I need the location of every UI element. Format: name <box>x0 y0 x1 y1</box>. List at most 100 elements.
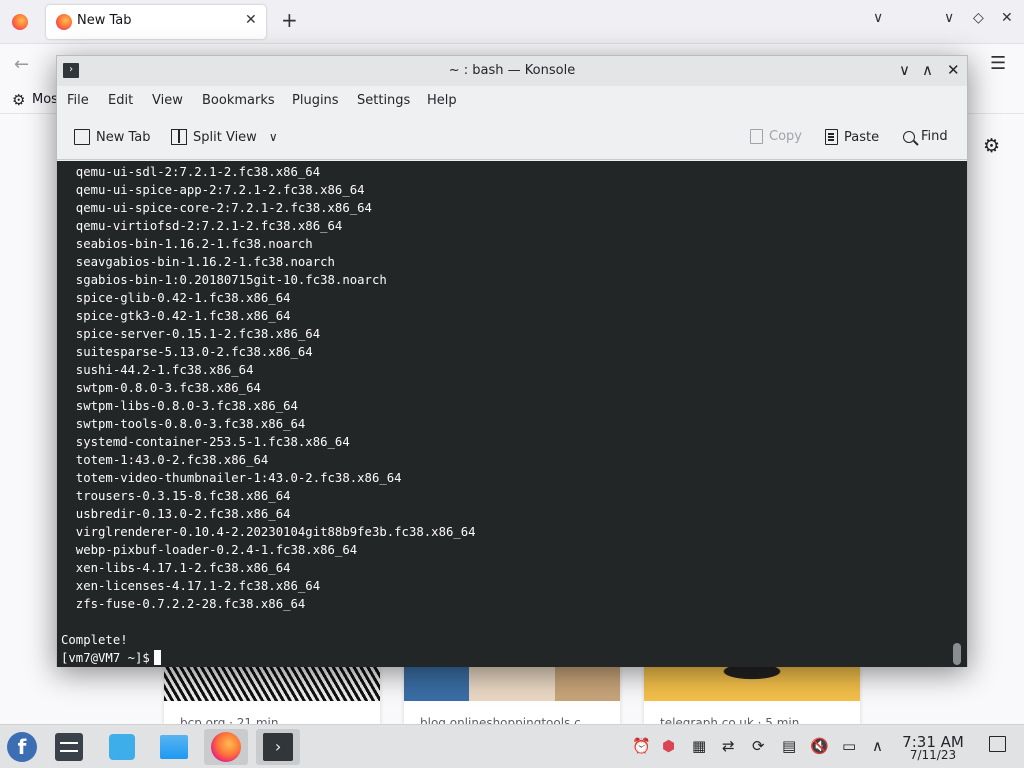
search-icon <box>903 130 915 143</box>
copy-label: Copy <box>769 129 802 144</box>
close-button[interactable]: ✕ <box>947 61 960 79</box>
bookmark-item[interactable]: Mos <box>32 92 58 107</box>
terminal-line: sgabios-bin-1:0.20180715git-10.fc38.noar… <box>61 273 387 287</box>
terminal-line: totem-video-thumbnailer-1:43.0-2.fc38.x8… <box>61 471 402 485</box>
newtab-settings-gear-icon[interactable]: ⚙ <box>983 135 1000 157</box>
keyboard-icon[interactable]: ▦ <box>692 737 706 755</box>
terminal-line: xen-licenses-4.17.1-2.fc38.x86_64 <box>61 579 321 593</box>
terminal-line: qemu-virtiofsd-2:7.2.1-2.fc38.x86_64 <box>61 219 343 233</box>
split-view-label: Split View <box>193 129 257 145</box>
hamburger-menu-icon[interactable]: ☰ <box>990 53 1006 74</box>
split-view-button[interactable]: Split View ∨ <box>171 129 278 145</box>
menu-plugins[interactable]: Plugins <box>292 93 339 108</box>
find-button[interactable]: Find <box>903 129 948 144</box>
menu-help[interactable]: Help <box>427 93 457 108</box>
scrollbar[interactable] <box>953 161 963 667</box>
new-tab-label: New Tab <box>96 129 151 145</box>
chevron-down-icon[interactable]: ∨ <box>269 130 278 144</box>
terminal-line: seabios-bin-1.16.2-1.fc38.noarch <box>61 237 313 251</box>
fedora-icon: f <box>7 732 37 762</box>
window-titlebar[interactable]: › ~ : bash — Konsole ∨ ∧ ✕ <box>57 56 967 86</box>
terminal-line: qemu-ui-spice-app-2:7.2.1-2.fc38.x86_64 <box>61 183 365 197</box>
card-thumbnail <box>644 664 860 701</box>
menu-settings[interactable]: Settings <box>357 93 410 108</box>
browser-tab-new-tab[interactable]: New Tab ✕ <box>46 5 266 39</box>
package-icon[interactable]: ⬢ <box>662 737 675 755</box>
terminal-line: virglrenderer-0.10.4-2.20230104git88b9fe… <box>61 525 476 539</box>
chevron-up-icon[interactable]: ∧ <box>872 737 883 755</box>
minimize-button[interactable]: ∨ <box>899 61 910 79</box>
maximize-button[interactable]: ∧ <box>922 61 933 79</box>
firefox-icon <box>56 14 72 30</box>
terminal-line: usbredir-0.13.0-2.fc38.x86_64 <box>61 507 291 521</box>
network-share-icon[interactable]: ⇄ <box>722 737 735 755</box>
firefox-view-icon[interactable] <box>12 14 28 30</box>
close-icon[interactable]: ✕ <box>1001 10 1013 26</box>
system-settings-icon <box>55 733 83 761</box>
scrollbar-thumb[interactable] <box>953 643 961 665</box>
tab-title: New Tab <box>77 13 132 28</box>
konsole-icon: › <box>263 733 293 761</box>
terminal-line: Complete! <box>61 633 128 647</box>
list-all-tabs-icon[interactable]: ∨ <box>873 10 883 26</box>
taskbar: f › ⏰ ⬢ ▦ ⇄ ⟳ ▤ 🔇 ▭ ∧ <box>0 724 1024 768</box>
copy-icon <box>750 129 763 144</box>
main-toolbar: New Tab Split View ∨ Copy Paste Find <box>57 116 967 160</box>
terminal-line: trousers-0.3.15-8.fc38.x86_64 <box>61 489 291 503</box>
paste-label: Paste <box>844 129 880 145</box>
volume-muted-icon[interactable]: 🔇 <box>810 737 829 755</box>
menu-edit[interactable]: Edit <box>108 93 133 108</box>
menu-view[interactable]: View <box>152 93 183 108</box>
split-view-icon <box>171 129 187 145</box>
find-label: Find <box>921 129 948 144</box>
new-tab-button[interactable]: New Tab <box>74 129 151 145</box>
window-title: ~ : bash — Konsole <box>448 63 576 78</box>
card-title: bcp.org · 21 min <box>180 716 279 724</box>
top-site-card[interactable]: telegraph.co.uk · 5 min <box>644 664 860 724</box>
back-arrow-icon[interactable]: ← <box>14 54 29 75</box>
show-desktop-icon[interactable] <box>989 736 1006 752</box>
display-icon[interactable]: ▭ <box>842 737 856 755</box>
paste-icon <box>825 129 838 145</box>
taskbar-firefox[interactable] <box>204 729 248 765</box>
terminal-line: swtpm-libs-0.8.0-3.fc38.x86_64 <box>61 399 298 413</box>
terminal-line: sushi-44.2-1.fc38.x86_64 <box>61 363 254 377</box>
top-site-card[interactable]: bcp.org · 21 min <box>164 664 380 724</box>
clock-date[interactable]: 7/11/23 <box>900 748 966 762</box>
discover-icon <box>109 734 135 760</box>
menu-file[interactable]: File <box>67 93 89 108</box>
terminal-line: spice-glib-0.42-1.fc38.x86_64 <box>61 291 291 305</box>
alarm-icon[interactable]: ⏰ <box>632 737 651 755</box>
taskbar-system-settings[interactable] <box>47 729 91 765</box>
application-launcher[interactable]: f <box>0 729 44 765</box>
taskbar-dolphin[interactable] <box>152 729 196 765</box>
taskbar-discover[interactable] <box>100 729 144 765</box>
terminal-line: zfs-fuse-0.7.2.2-28.fc38.x86_64 <box>61 597 306 611</box>
shell-prompt: [vm7@VM7 ~]$ <box>61 651 150 665</box>
updates-icon[interactable]: ⟳ <box>752 737 765 755</box>
firefox-tab-bar: New Tab ✕ + ∨ ∨ ◇ ✕ <box>0 0 1024 44</box>
maximize-icon[interactable]: ◇ <box>973 10 984 26</box>
card-thumbnail <box>164 664 380 701</box>
card-thumbnail <box>404 664 620 701</box>
terminal-prompt-line[interactable]: [vm7@VM7 ~]$ <box>61 649 476 667</box>
terminal-line: systemd-container-253.5-1.fc38.x86_64 <box>61 435 350 449</box>
copy-button[interactable]: Copy <box>750 129 802 144</box>
card-title: blog.onlineshoppingtools.c... <box>420 716 593 724</box>
tab-close-icon[interactable]: ✕ <box>245 12 257 28</box>
terminal-line: swtpm-tools-0.8.0-3.fc38.x86_64 <box>61 417 306 431</box>
top-site-card[interactable]: blog.onlineshoppingtools.c... <box>404 664 620 724</box>
taskbar-konsole[interactable]: › <box>256 729 300 765</box>
new-tab-button[interactable]: + <box>281 9 298 31</box>
gear-icon: ⚙ <box>12 91 26 109</box>
terminal-line: qemu-ui-spice-core-2:7.2.1-2.fc38.x86_64 <box>61 201 372 215</box>
konsole-window: › ~ : bash — Konsole ∨ ∧ ✕ File Edit Vie… <box>56 55 968 667</box>
menu-bookmarks[interactable]: Bookmarks <box>202 93 275 108</box>
text-cursor <box>153 650 161 665</box>
minimize-icon[interactable]: ∨ <box>944 10 954 26</box>
paste-button[interactable]: Paste <box>825 129 879 145</box>
terminal-line: webp-pixbuf-loader-0.2.4-1.fc38.x86_64 <box>61 543 358 557</box>
terminal-view[interactable]: qemu-ui-sdl-2:7.2.1-2.fc38.x86_64 qemu-u… <box>57 161 967 667</box>
clipboard-icon[interactable]: ▤ <box>782 737 796 755</box>
terminal-line: spice-gtk3-0.42-1.fc38.x86_64 <box>61 309 291 323</box>
